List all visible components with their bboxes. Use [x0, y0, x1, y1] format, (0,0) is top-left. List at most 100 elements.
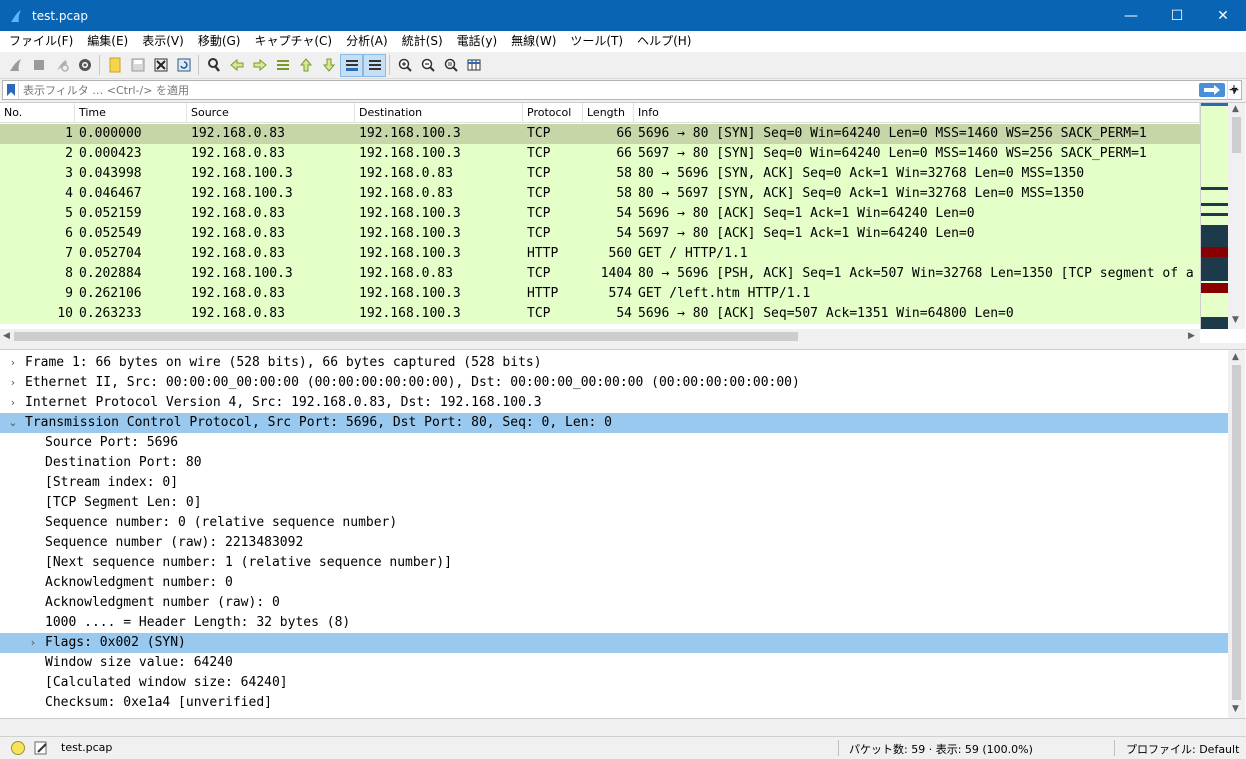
scroll-left-icon[interactable]: ◀	[3, 331, 10, 341]
vscroll-thumb[interactable]	[1232, 365, 1241, 700]
filter-bookmark-button[interactable]	[3, 81, 19, 99]
detail-tree-item[interactable]: › Frame 1: 66 bytes on wire (528 bits), 6…	[0, 353, 1228, 373]
menu-view[interactable]: 表示(V)	[135, 31, 191, 52]
expand-arrow-icon[interactable]: ›	[6, 353, 20, 373]
apply-filter-button[interactable]	[1199, 83, 1225, 97]
menu-telephony[interactable]: 電話(y)	[450, 31, 504, 52]
packet-list-vscrollbar[interactable]: ▲ ▼	[1228, 103, 1245, 329]
start-capture-button[interactable]	[4, 54, 27, 77]
restart-capture-button[interactable]	[50, 54, 73, 77]
packet-row[interactable]: 6 0.052549 192.168.0.83 192.168.100.3 TCP 54 5…	[0, 224, 1200, 244]
menu-edit[interactable]: 編集(E)	[80, 31, 135, 52]
colorize-button[interactable]	[363, 53, 386, 77]
close-file-button[interactable]	[149, 54, 172, 77]
detail-tree-label: Flags: 0x002 (SYN)	[45, 635, 186, 650]
scroll-up-icon[interactable]: ▲	[1232, 104, 1239, 114]
go-forward-button[interactable]	[248, 54, 271, 77]
vscroll-thumb[interactable]	[1232, 117, 1241, 153]
packet-list-hscrollbar[interactable]: ◀ ▶	[0, 329, 1200, 343]
detail-tree-item[interactable]: [Next sequence number: 1 (relative seque…	[0, 553, 1228, 573]
menu-analyze[interactable]: 分析(A)	[339, 31, 395, 52]
minimize-button[interactable]: —	[1108, 0, 1154, 31]
menu-statistics[interactable]: 統計(S)	[395, 31, 450, 52]
add-filter-button[interactable]: +	[1226, 81, 1242, 99]
packet-row[interactable]: 1 0.000000 192.168.0.83 192.168.100.3 TCP 66 5…	[0, 124, 1200, 144]
maximize-button[interactable]: ☐	[1154, 0, 1200, 31]
detail-tree-item[interactable]: Acknowledgment number: 0	[0, 573, 1228, 593]
column-header-info[interactable]: Info	[634, 103, 1200, 123]
scroll-right-icon[interactable]: ▶	[1188, 331, 1195, 341]
details-vscrollbar[interactable]: ▲ ▼	[1228, 350, 1245, 718]
resize-columns-button[interactable]	[462, 54, 485, 77]
detail-tree-item[interactable]: [Calculated window size: 64240]	[0, 673, 1228, 693]
detail-tree-item[interactable]: [Stream index: 0]	[0, 473, 1228, 493]
column-header-time[interactable]: Time	[75, 103, 187, 123]
column-header-destination[interactable]: Destination	[355, 103, 523, 123]
packet-details-pane: ▲ ▼ › Frame 1: 66 bytes on wire (528 bits…	[0, 349, 1246, 719]
column-header-no[interactable]: No.	[0, 103, 75, 123]
detail-tree-item[interactable]: Checksum: 0xe1a4 [unverified]	[0, 693, 1228, 713]
expand-arrow-icon[interactable]: ›	[26, 633, 40, 653]
detail-tree-item[interactable]: Acknowledgment number (raw): 0	[0, 593, 1228, 613]
packet-row[interactable]: 8 0.202884 192.168.100.3 192.168.0.83 TCP 140…	[0, 264, 1200, 284]
detail-tree-item[interactable]: Destination Port: 80	[0, 453, 1228, 473]
detail-tree-item[interactable]: Sequence number: 0 (relative sequence nu…	[0, 513, 1228, 533]
detail-tree-item[interactable]: ⌄ Transmission Control Protocol, Src Port…	[0, 413, 1228, 433]
packet-row[interactable]: 3 0.043998 192.168.100.3 192.168.0.83 TCP 58 8…	[0, 164, 1200, 184]
scroll-down-icon[interactable]: ▼	[1232, 704, 1239, 714]
scroll-down-icon[interactable]: ▼	[1232, 315, 1239, 325]
packet-row[interactable]: 5 0.052159 192.168.0.83 192.168.100.3 TCP 54 5…	[0, 204, 1200, 224]
zoom-in-button[interactable]	[393, 54, 416, 77]
restart-icon	[56, 60, 69, 72]
display-filter-input[interactable]	[19, 83, 1199, 97]
menu-capture[interactable]: キャプチャ(C)	[247, 31, 339, 52]
close-button[interactable]: ✕	[1200, 0, 1246, 31]
detail-tree-item[interactable]: › Ethernet II, Src: 00:00:00_00:00:00 (00…	[0, 373, 1228, 393]
packet-row[interactable]: 2 0.000423 192.168.0.83 192.168.100.3 TCP 66 5…	[0, 144, 1200, 164]
packet-row[interactable]: 4 0.046467 192.168.100.3 192.168.0.83 TCP 58 8…	[0, 184, 1200, 204]
detail-tree-item[interactable]: Window size value: 64240	[0, 653, 1228, 673]
expert-info-icon[interactable]	[11, 741, 25, 755]
open-file-button[interactable]	[103, 54, 126, 77]
detail-tree-item[interactable]: 1000 .... = Header Length: 32 bytes (8)	[0, 613, 1228, 633]
collapse-arrow-icon[interactable]: ⌄	[6, 413, 20, 433]
scroll-up-icon[interactable]: ▲	[1232, 352, 1239, 362]
capture-comment-icon[interactable]	[33, 740, 49, 756]
save-file-button[interactable]	[126, 54, 149, 77]
column-header-length[interactable]: Length	[583, 103, 634, 123]
go-to-packet-button[interactable]	[271, 54, 294, 77]
packet-minimap[interactable]	[1200, 103, 1228, 329]
autoscroll-button[interactable]	[340, 53, 363, 77]
detail-tree-item[interactable]: Source Port: 5696	[0, 433, 1228, 453]
stop-capture-button[interactable]	[27, 54, 50, 77]
detail-tree-item[interactable]: Sequence number (raw): 2213483092	[0, 533, 1228, 553]
detail-tree-item[interactable]: › Internet Protocol Version 4, Src: 192.1…	[0, 393, 1228, 413]
menu-tools[interactable]: ツール(T)	[563, 31, 630, 52]
status-profile[interactable]: プロファイル: Default	[1126, 741, 1239, 757]
column-header-source[interactable]: Source	[187, 103, 355, 123]
last-packet-button[interactable]	[317, 54, 340, 77]
column-header-protocol[interactable]: Protocol	[523, 103, 583, 123]
packet-source-cell: 192.168.0.83	[191, 146, 285, 161]
detail-tree-item[interactable]: [TCP Segment Len: 0]	[0, 493, 1228, 513]
zoom-out-button[interactable]	[416, 54, 439, 77]
zoom-normal-button[interactable]	[439, 54, 462, 77]
menu-wireless[interactable]: 無線(W)	[504, 31, 563, 52]
find-packet-button[interactable]	[202, 54, 225, 77]
detail-tree-item[interactable]: › Flags: 0x002 (SYN)	[0, 633, 1228, 653]
hscroll-thumb[interactable]	[14, 332, 798, 341]
menu-go[interactable]: 移動(G)	[191, 31, 248, 52]
detail-tree-label: Source Port: 5696	[45, 435, 179, 450]
menu-help[interactable]: ヘルプ(H)	[630, 31, 698, 52]
first-packet-button[interactable]	[294, 54, 317, 77]
packet-no-cell: 5	[65, 206, 73, 221]
packet-row[interactable]: 10 0.263233 192.168.0.83 192.168.100.3 TCP 54…	[0, 304, 1200, 324]
go-back-button[interactable]	[225, 54, 248, 77]
capture-options-button[interactable]	[73, 54, 96, 77]
menu-file[interactable]: ファイル(F)	[2, 31, 80, 52]
packet-row[interactable]: 7 0.052704 192.168.0.83 192.168.100.3 HTTP 56…	[0, 244, 1200, 264]
expand-arrow-icon[interactable]: ›	[6, 393, 20, 413]
expand-arrow-icon[interactable]: ›	[6, 373, 20, 393]
packet-row[interactable]: 9 0.262106 192.168.0.83 192.168.100.3 HTTP 57…	[0, 284, 1200, 304]
reload-file-button[interactable]	[172, 54, 195, 77]
